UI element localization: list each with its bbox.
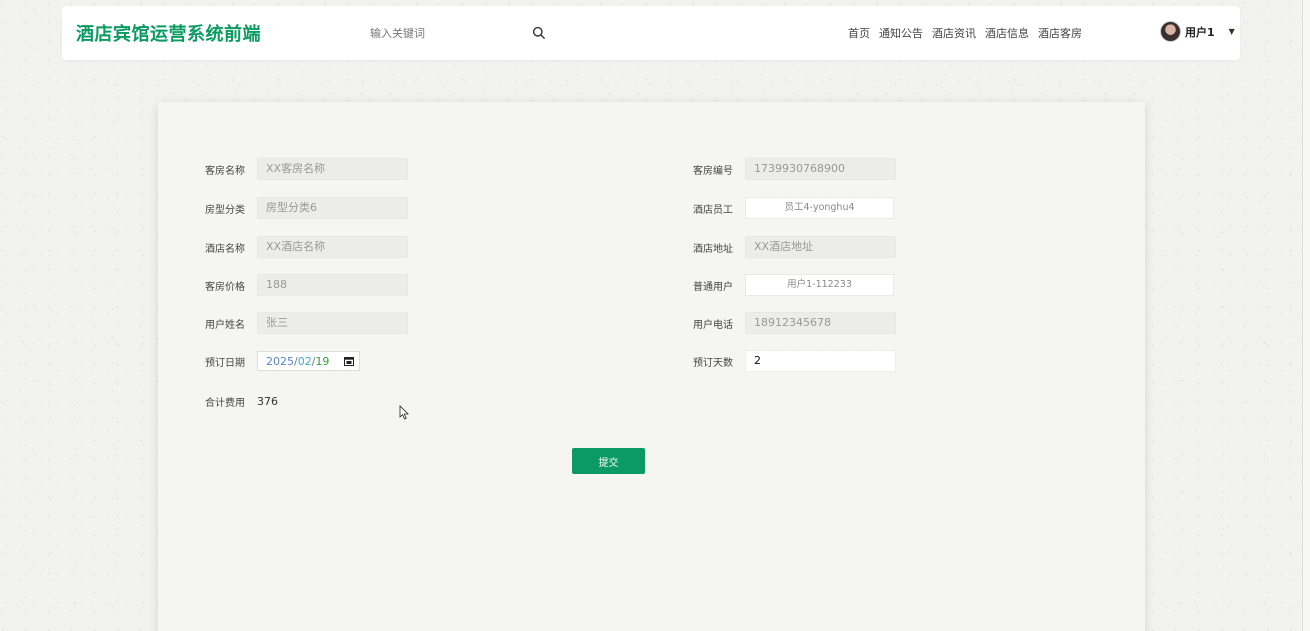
row-room-type: 房型分类 房型分类6: [205, 197, 408, 219]
total-value: 376: [257, 394, 278, 408]
calendar-icon[interactable]: [344, 356, 355, 366]
top-header: 酒店宾馆运营系统前端 首页 通知公告 酒店资讯 酒店信息 酒店客房 用户1 ▼: [62, 6, 1240, 60]
row-hotel-addr: 酒店地址 XX酒店地址: [693, 236, 896, 258]
hotel-name-field: XX酒店名称: [257, 236, 408, 258]
row-price: 客房价格 188: [205, 274, 408, 296]
row-user-name: 用户姓名 张三: [205, 312, 408, 334]
user-label: 普通用户: [693, 281, 733, 293]
price-label: 客房价格: [205, 281, 245, 293]
hotel-name-label: 酒店名称: [205, 243, 245, 255]
booking-date-input[interactable]: 2025/02/19: [257, 351, 360, 371]
row-room-no: 客房编号 1739930768900: [693, 158, 896, 180]
row-staff: 酒店员工 员工4-yonghu4: [693, 197, 894, 219]
nav-hotel-rooms[interactable]: 酒店客房: [1038, 25, 1082, 41]
price-field: 188: [257, 274, 408, 296]
nav-notice[interactable]: 通知公告: [879, 25, 923, 41]
booking-date-label: 预订日期: [205, 357, 245, 369]
row-user: 普通用户 用户1-112233: [693, 274, 894, 296]
days-input[interactable]: 2: [745, 350, 896, 372]
scrollbar[interactable]: [1302, 0, 1310, 631]
search-box: [362, 20, 552, 46]
row-hotel-name: 酒店名称 XX酒店名称: [205, 236, 408, 258]
room-no-label: 客房编号: [693, 165, 733, 177]
nav-home[interactable]: 首页: [848, 25, 870, 41]
row-booking-date: 预订日期 2025/02/19: [205, 350, 360, 372]
row-days: 预订天数 2: [693, 350, 896, 372]
date-month: 02: [297, 354, 312, 368]
staff-label: 酒店员工: [693, 204, 733, 216]
search-icon[interactable]: [532, 26, 546, 40]
site-title[interactable]: 酒店宾馆运营系统前端: [76, 20, 261, 46]
room-name-field: XX客房名称: [257, 158, 408, 180]
nav-news[interactable]: 酒店资讯: [932, 25, 976, 41]
user-select[interactable]: 用户1-112233: [745, 274, 894, 296]
user-name-field: 张三: [257, 312, 408, 334]
main-nav: 首页 通知公告 酒店资讯 酒店信息 酒店客房: [848, 25, 1082, 41]
row-total: 合计费用 376: [205, 390, 278, 412]
submit-button[interactable]: 提交: [572, 448, 645, 474]
staff-select[interactable]: 员工4-yonghu4: [745, 197, 894, 219]
room-no-field: 1739930768900: [745, 158, 896, 180]
avatar: [1160, 21, 1181, 42]
date-year: 2025: [266, 354, 294, 368]
mouse-cursor-icon: [399, 405, 409, 420]
user-menu[interactable]: 用户1 ▼: [1160, 21, 1235, 42]
search-input[interactable]: [362, 20, 522, 46]
phone-field: 18912345678: [745, 312, 896, 334]
date-day: 19: [315, 354, 330, 368]
row-room-name: 客房名称 XX客房名称: [205, 158, 408, 180]
total-label: 合计费用: [205, 397, 245, 409]
hotel-addr-label: 酒店地址: [693, 243, 733, 255]
hotel-addr-field: XX酒店地址: [745, 236, 896, 258]
row-phone: 用户电话 18912345678: [693, 312, 896, 334]
user-name-label: 用户姓名: [205, 319, 245, 331]
phone-label: 用户电话: [693, 319, 733, 331]
room-type-field: 房型分类6: [257, 197, 408, 219]
room-type-label: 房型分类: [205, 204, 245, 216]
caret-down-icon: ▼: [1228, 27, 1235, 36]
room-name-label: 客房名称: [205, 165, 245, 177]
days-label: 预订天数: [693, 357, 733, 369]
user-name: 用户1: [1185, 25, 1215, 39]
nav-hotel-info[interactable]: 酒店信息: [985, 25, 1029, 41]
booking-form: 客房名称 XX客房名称 房型分类 房型分类6 酒店名称 XX酒店名称 客房价格 …: [158, 102, 1145, 631]
